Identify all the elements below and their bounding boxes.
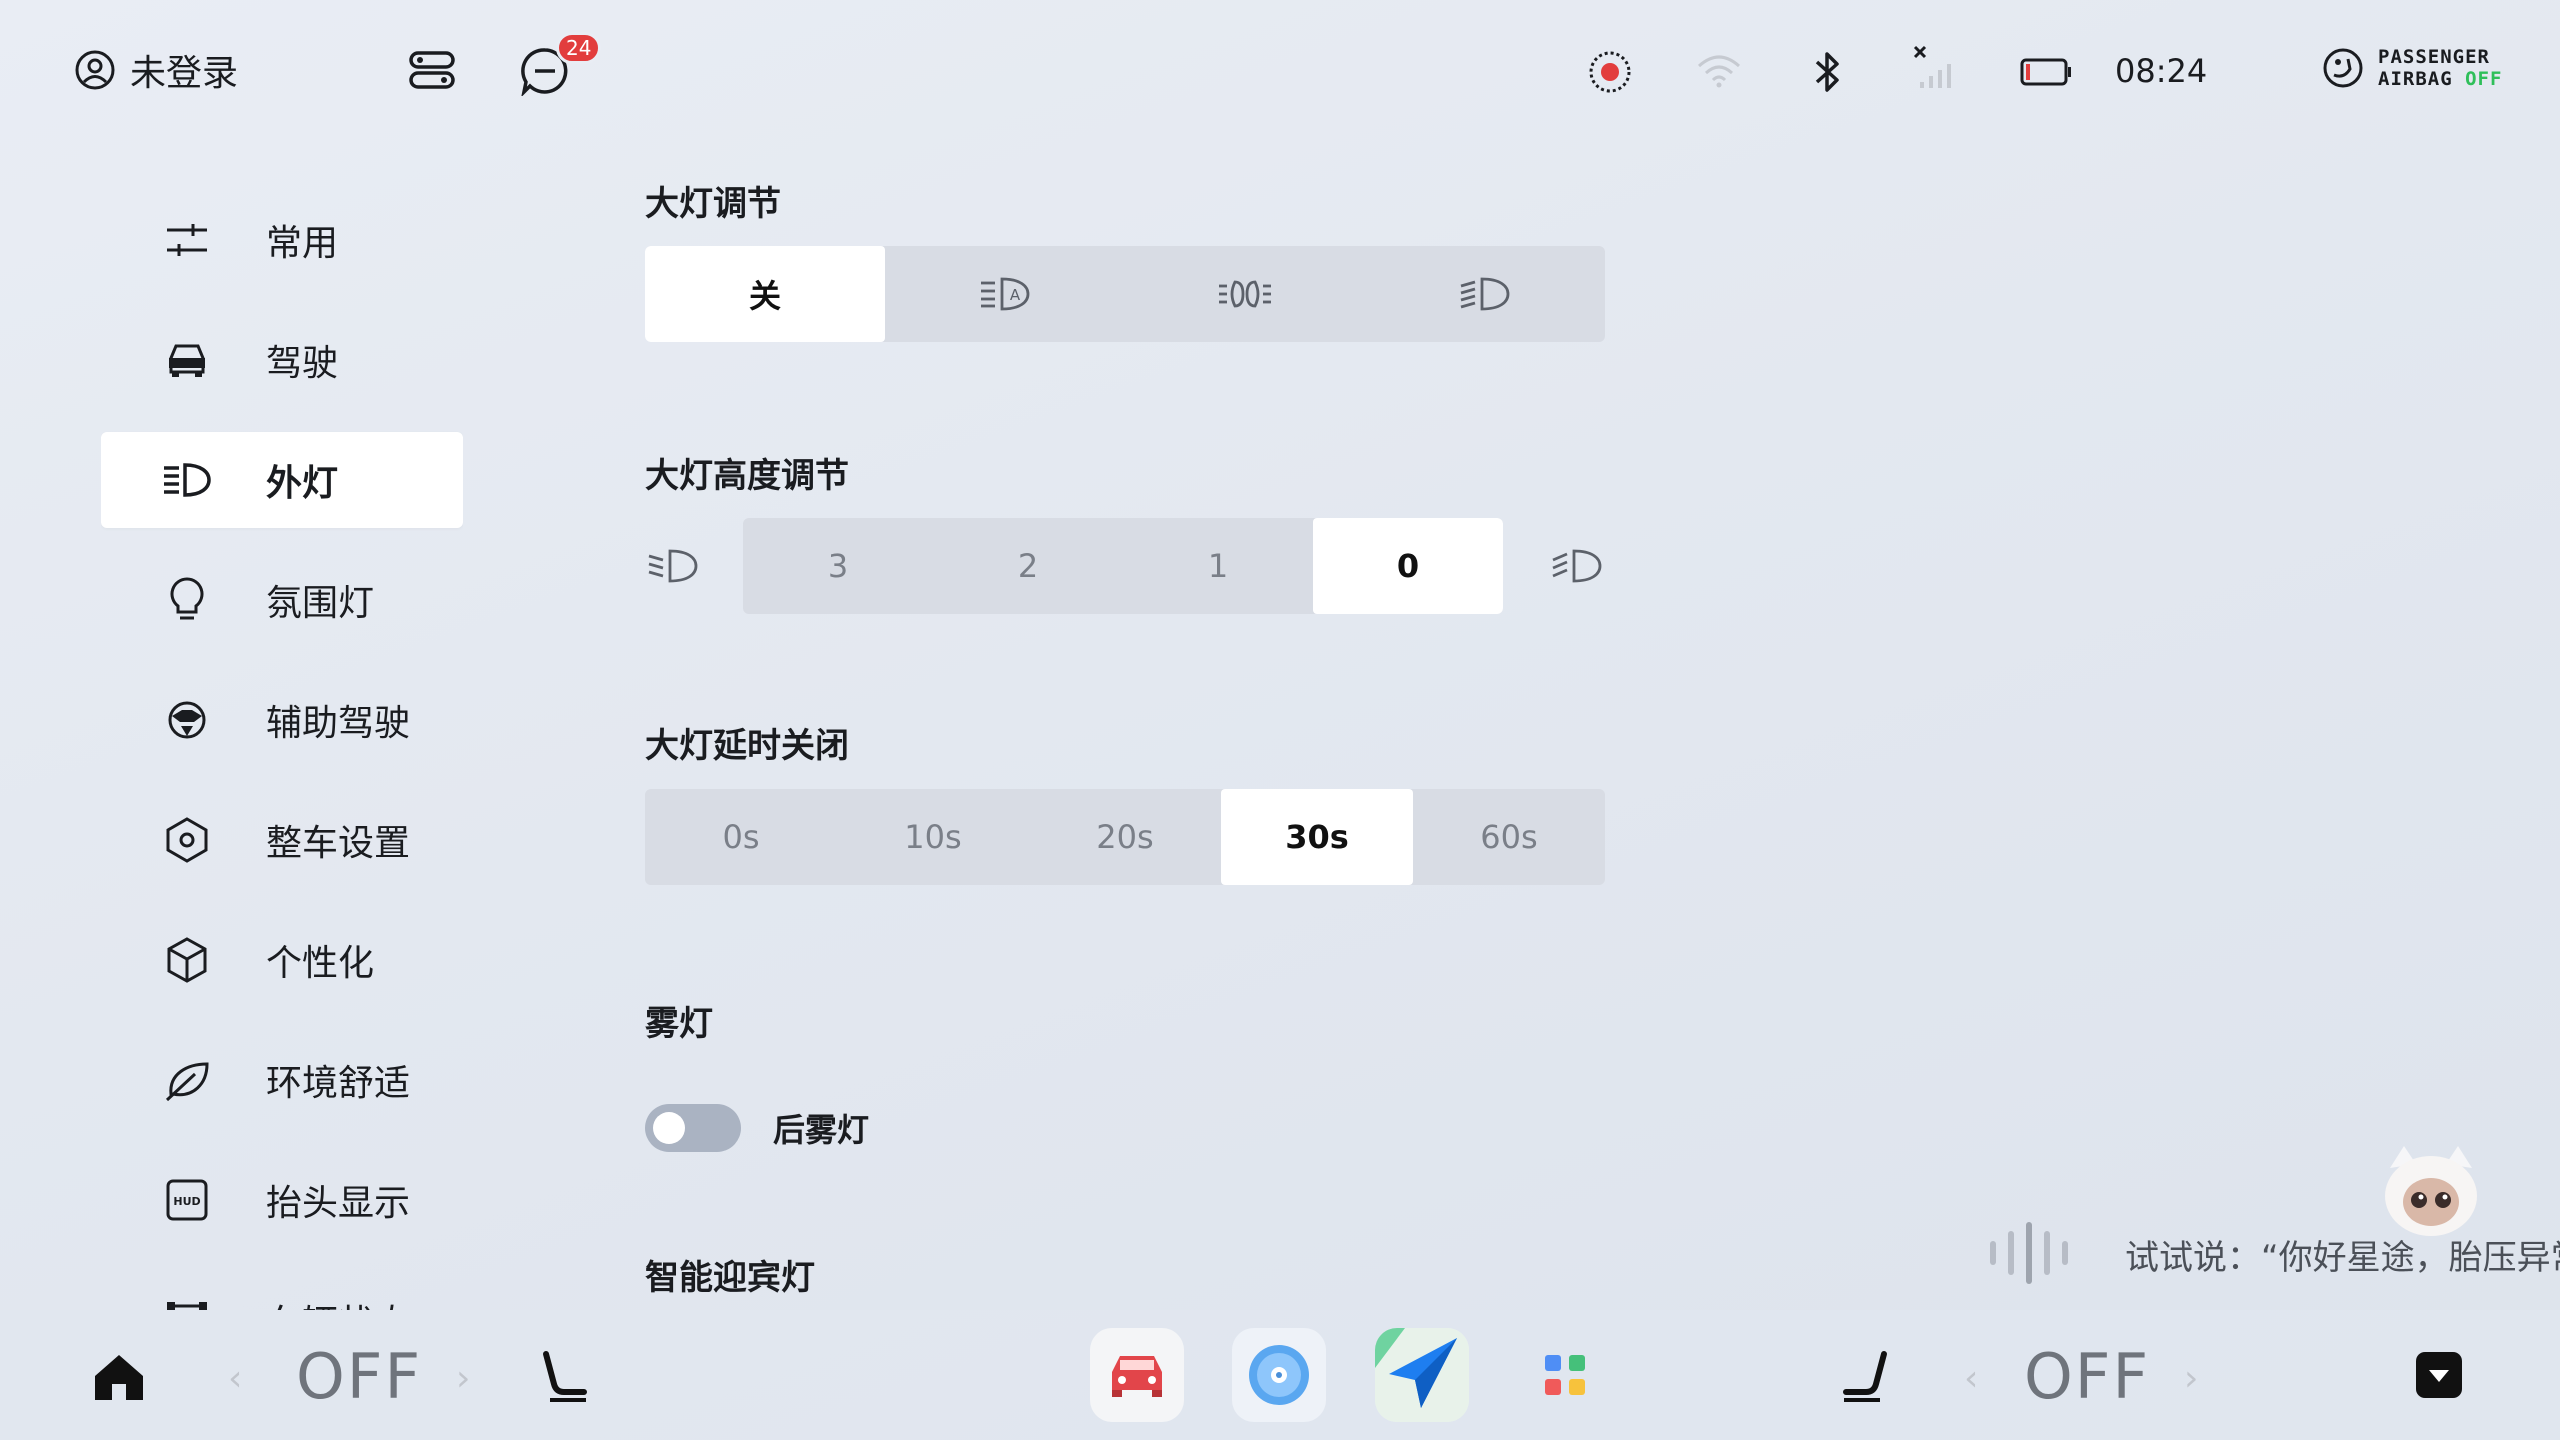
right-temp-value: OFF: [2024, 1340, 2151, 1413]
rear-fog-label: 后雾灯: [773, 1111, 870, 1149]
delay-option-10s[interactable]: 10s: [837, 789, 1029, 885]
height-option-2[interactable]: 2: [933, 518, 1123, 614]
sidebar-item-vehicle-settings[interactable]: 整车设置: [101, 792, 463, 888]
headlight-option-auto[interactable]: A: [885, 246, 1125, 342]
delay-selector: 0s 10s 20s 30s 60s: [645, 789, 1605, 885]
delay-title: 大灯延时关闭: [645, 726, 849, 766]
airbag-icon: [2323, 48, 2363, 88]
toggle-knob: [653, 1112, 685, 1144]
toggles-icon[interactable]: [408, 50, 456, 90]
left-temp-value: OFF: [296, 1340, 423, 1413]
sidebar-item-label: 辅助驾驶: [266, 703, 411, 744]
bulb-icon: [161, 574, 213, 626]
delay-option-20s[interactable]: 20s: [1029, 789, 1221, 885]
sidebar-item-assisted-driving[interactable]: 辅助驾驶: [101, 672, 463, 768]
right-seat-icon[interactable]: [1840, 1350, 1890, 1408]
rear-fog-toggle[interactable]: [645, 1104, 741, 1152]
delay-option-60s[interactable]: 60s: [1413, 789, 1605, 885]
vehicle-app-icon[interactable]: [1090, 1328, 1184, 1422]
sidebar-item-label: 环境舒适: [266, 1063, 411, 1104]
right-temp-up-icon[interactable]: ›: [2184, 1358, 2198, 1399]
sidebar-item-label: 整车设置: [266, 823, 411, 864]
sidebar-item-climate[interactable]: 环境舒适: [101, 1032, 463, 1128]
rear-fog-row: 后雾灯: [645, 1104, 869, 1152]
sidebar-item-label: 驾驶: [266, 343, 339, 384]
airbag-line2: AIRBAG: [2378, 68, 2453, 90]
voice-hint-text: 试试说：“你好星途，胎压异常”: [2125, 1238, 2560, 1278]
sidebar-item-label: 个性化: [266, 943, 375, 984]
cellular-signal-icon: [1912, 44, 1958, 90]
sidebar-item-label: 外灯: [266, 463, 339, 504]
position-light-icon: [1219, 280, 1271, 308]
status-bar: 未登录 24 08:24 PASSENGER AIRBAG OFF: [0, 0, 2560, 145]
bottom-dock: ‹ OFF › ‹ OFF ›: [0, 1310, 2560, 1440]
left-temp-up-icon[interactable]: ›: [456, 1358, 470, 1399]
hexagon-gear-icon: [161, 814, 213, 866]
vehicle-status-icon: [161, 1294, 213, 1310]
voice-waveform-icon: [1990, 1222, 2068, 1284]
notification-badge: 24: [556, 32, 602, 64]
sidebar-item-common[interactable]: 常用: [101, 192, 463, 288]
sidebar-item-personalization[interactable]: 个性化: [101, 912, 463, 1008]
headlight-icon: [161, 454, 213, 506]
fog-title: 雾灯: [645, 1004, 713, 1044]
sidebar-item-label: 常用: [266, 223, 339, 264]
sidebar-item-exterior-lights[interactable]: 外灯: [101, 432, 463, 528]
user-circle-icon: [75, 50, 115, 90]
settings-sidebar: 常用 驾驶 外灯 氛围灯 辅助驾驶 整车设置 个性化 环境舒适 HUD 抬头显示: [101, 180, 463, 1310]
passenger-airbag-status: PASSENGER AIRBAG OFF: [2322, 46, 2502, 90]
airbag-state: OFF: [2465, 68, 2503, 90]
airbag-line1: PASSENGER: [2378, 46, 2490, 68]
welcome-light-title: 智能迎宾灯: [645, 1258, 815, 1298]
user-login-label: 未登录: [130, 53, 239, 94]
beam-lower-icon: [645, 542, 701, 590]
sidebar-item-label: 抬头显示: [266, 1183, 411, 1224]
headlight-height-control: 3 2 1 0: [645, 518, 1605, 614]
hud-icon-text: HUD: [173, 1195, 200, 1208]
home-icon[interactable]: [92, 1352, 146, 1406]
cube-icon: [161, 934, 213, 986]
sidebar-item-ambient-light[interactable]: 氛围灯: [101, 552, 463, 648]
delay-option-30s[interactable]: 30s: [1221, 789, 1413, 885]
height-option-3[interactable]: 3: [743, 518, 933, 614]
user-login[interactable]: 未登录: [74, 44, 238, 96]
delay-option-0s[interactable]: 0s: [645, 789, 837, 885]
height-option-0[interactable]: 0: [1313, 518, 1503, 614]
headlight-title: 大灯调节: [645, 184, 781, 224]
leaf-icon: [161, 1054, 213, 1106]
wifi-icon: [1696, 54, 1742, 88]
recording-icon: [1588, 50, 1632, 94]
navigation-app-icon[interactable]: [1375, 1328, 1469, 1422]
headlight-option-position[interactable]: [1125, 246, 1365, 342]
left-temp-down-icon[interactable]: ‹: [228, 1358, 242, 1399]
right-temp-down-icon[interactable]: ‹: [1964, 1358, 1978, 1399]
sidebar-item-driving[interactable]: 驾驶: [101, 312, 463, 408]
sidebar-item-label: 氛围灯: [266, 583, 375, 624]
low-beam-icon: [1460, 277, 1510, 311]
car-icon: [161, 334, 213, 386]
collapse-panel-icon[interactable]: [2414, 1350, 2464, 1404]
headlight-option-off[interactable]: 关: [645, 246, 885, 342]
bluetooth-icon: [1812, 50, 1842, 94]
sidebar-item-vehicle-status[interactable]: 车辆状态: [101, 1272, 463, 1310]
left-seat-icon[interactable]: [540, 1350, 590, 1408]
height-option-1[interactable]: 1: [1123, 518, 1313, 614]
svg-text:A: A: [1010, 286, 1021, 304]
sidebar-item-hud[interactable]: HUD 抬头显示: [101, 1152, 463, 1248]
height-title: 大灯高度调节: [645, 456, 849, 496]
sidebar-item-label: 车辆状态: [266, 1294, 410, 1310]
auto-headlight-icon: A: [981, 277, 1030, 311]
headlight-option-low-beam[interactable]: [1365, 246, 1605, 342]
hud-icon: HUD: [161, 1174, 213, 1226]
headlight-mode-selector: 关 A: [645, 246, 1605, 342]
steering-wheel-icon: [161, 694, 213, 746]
sliders-icon: [161, 214, 213, 266]
apps-grid-icon[interactable]: [1518, 1328, 1612, 1422]
clock: 08:24: [2115, 52, 2208, 90]
battery-icon: [2020, 58, 2072, 86]
height-selector: 3 2 1 0: [743, 518, 1503, 614]
beam-higher-icon: [1549, 542, 1605, 590]
music-app-icon[interactable]: [1232, 1328, 1326, 1422]
